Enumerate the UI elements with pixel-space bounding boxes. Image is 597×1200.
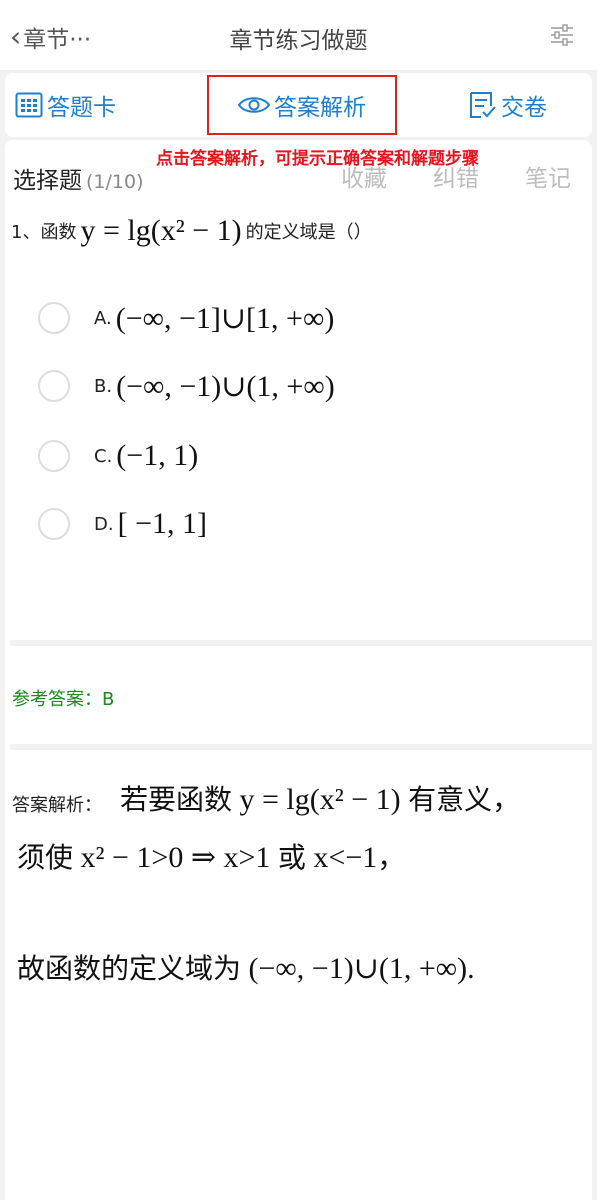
explanation-line-1: 若要函数 y = lg(x² − 1) 有意义， [120,778,520,818]
question-progress: (1/10) [86,171,144,193]
option-a[interactable]: A. (−∞, −1]∪[1, +∞) [38,298,334,338]
explanation-line-3: 故函数的定义域为 (−∞, −1)∪(1, +∞). [17,947,475,987]
option-value: (−∞, −1)∪(1, +∞) [116,369,335,403]
question-card: 选择题 (1/10) 收藏 纠错 笔记 1、函数 y = lg(x² − 1) 的… [5,140,593,1200]
radio-button[interactable] [38,302,70,334]
tab-answer-analysis[interactable]: 答案解析 [207,75,397,135]
answer-card-icon [15,92,43,118]
explanation-text: 有意义， [408,783,521,816]
explanation-line-2: 须使 x² − 1>0 ⇒ x>1 或 x<−1， [17,836,405,876]
radio-button[interactable] [38,440,70,472]
option-letter: B. [94,375,113,397]
eye-icon [238,97,270,113]
tab-submit-label: 交卷 [501,95,547,121]
question-type: 选择题 (1/10) [13,161,144,195]
explanation-text: 若要函数 [120,783,233,816]
option-letter: C. [94,445,113,467]
explanation-text: 或 [277,841,306,874]
tab-bar: 答题卡 答案解析 交卷 [5,73,592,137]
explanation-text: 故函数的定义域为 [17,952,242,985]
reference-answer: 参考答案：B [12,689,115,710]
divider [10,744,593,750]
option-c[interactable]: C. (−1, 1) [38,436,198,476]
radio-button[interactable] [38,370,70,402]
question-number: 1、函数 [11,222,77,243]
explanation-formula: x² − 1>0 ⇒ x>1 [80,841,271,874]
option-letter: D. [94,513,114,535]
sliders-icon[interactable] [549,22,575,48]
explanation-text: . [467,952,475,985]
hint-annotation: 点击答案解析，可提示正确答案和解题步骤 [156,149,479,169]
tab-answer-card-label: 答题卡 [47,95,116,121]
tab-answer-card[interactable]: 答题卡 [15,73,116,137]
option-value: [ −1, 1] [117,507,207,540]
explanation-text: 须使 [17,841,74,874]
top-bar: ‹ 章节··· 章节练习做题 [0,0,597,70]
explanation-formula: x<−1 [313,841,378,874]
question-formula: y = lg(x² − 1) [80,214,242,247]
option-d[interactable]: D. [ −1, 1] [38,504,207,544]
explanation-label: 答案解析： [12,795,102,816]
option-letter: A. [94,307,112,329]
question-type-label: 选择题 [13,168,82,194]
explanation-formula: y = lg(x² − 1) [239,783,401,816]
question-stem: 1、函数 y = lg(x² − 1) 的定义域是（） [11,214,372,248]
divider [10,640,593,646]
option-value: (−∞, −1]∪[1, +∞) [115,301,335,335]
option-value: (−1, 1) [116,439,199,472]
submit-list-icon [470,92,496,118]
tab-answer-analysis-label: 答案解析 [274,95,366,121]
explanation-formula: (−∞, −1)∪(1, +∞) [248,952,468,985]
note-button[interactable]: 笔记 [525,159,571,193]
radio-button[interactable] [38,508,70,540]
page-title: 章节练习做题 [229,28,368,54]
question-stem-suffix: 的定义域是（） [245,222,372,243]
explanation-text: ， [377,841,406,874]
tab-submit[interactable]: 交卷 [467,73,547,137]
option-b[interactable]: B. (−∞, −1)∪(1, +∞) [38,366,335,406]
